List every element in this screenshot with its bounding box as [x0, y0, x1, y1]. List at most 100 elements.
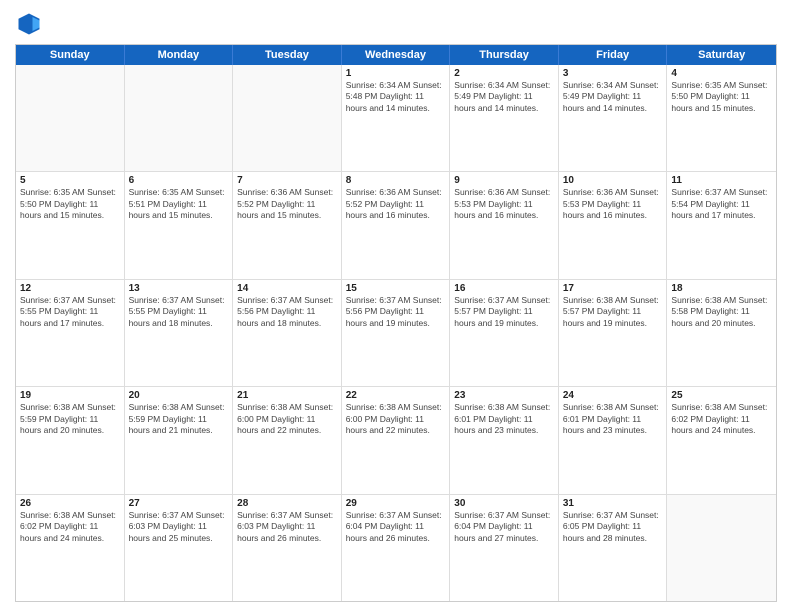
day-number: 7 — [237, 175, 337, 186]
day-number: 25 — [671, 390, 772, 401]
calendar-week-3: 12Sunrise: 6:37 AM Sunset: 5:55 PM Dayli… — [16, 280, 776, 387]
calendar-day-8: 8Sunrise: 6:36 AM Sunset: 5:52 PM Daylig… — [342, 172, 451, 278]
calendar-day-19: 19Sunrise: 6:38 AM Sunset: 5:59 PM Dayli… — [16, 387, 125, 493]
calendar-day-23: 23Sunrise: 6:38 AM Sunset: 6:01 PM Dayli… — [450, 387, 559, 493]
calendar-day-2: 2Sunrise: 6:34 AM Sunset: 5:49 PM Daylig… — [450, 65, 559, 171]
calendar-week-2: 5Sunrise: 6:35 AM Sunset: 5:50 PM Daylig… — [16, 172, 776, 279]
day-number: 26 — [20, 498, 120, 509]
header-day-friday: Friday — [559, 45, 668, 65]
day-number: 18 — [671, 283, 772, 294]
calendar-day-28: 28Sunrise: 6:37 AM Sunset: 6:03 PM Dayli… — [233, 495, 342, 601]
day-number: 12 — [20, 283, 120, 294]
day-info: Sunrise: 6:38 AM Sunset: 5:58 PM Dayligh… — [671, 295, 772, 329]
calendar-day-3: 3Sunrise: 6:34 AM Sunset: 5:49 PM Daylig… — [559, 65, 668, 171]
calendar-day-15: 15Sunrise: 6:37 AM Sunset: 5:56 PM Dayli… — [342, 280, 451, 386]
header-day-tuesday: Tuesday — [233, 45, 342, 65]
day-info: Sunrise: 6:36 AM Sunset: 5:52 PM Dayligh… — [346, 187, 446, 221]
day-info: Sunrise: 6:38 AM Sunset: 6:02 PM Dayligh… — [671, 402, 772, 436]
day-number: 24 — [563, 390, 663, 401]
day-info: Sunrise: 6:38 AM Sunset: 6:02 PM Dayligh… — [20, 510, 120, 544]
calendar-day-5: 5Sunrise: 6:35 AM Sunset: 5:50 PM Daylig… — [16, 172, 125, 278]
day-info: Sunrise: 6:38 AM Sunset: 6:01 PM Dayligh… — [563, 402, 663, 436]
header-day-thursday: Thursday — [450, 45, 559, 65]
day-number: 20 — [129, 390, 229, 401]
day-number: 28 — [237, 498, 337, 509]
day-info: Sunrise: 6:35 AM Sunset: 5:50 PM Dayligh… — [20, 187, 120, 221]
calendar-day-24: 24Sunrise: 6:38 AM Sunset: 6:01 PM Dayli… — [559, 387, 668, 493]
day-info: Sunrise: 6:37 AM Sunset: 6:04 PM Dayligh… — [346, 510, 446, 544]
calendar-day-29: 29Sunrise: 6:37 AM Sunset: 6:04 PM Dayli… — [342, 495, 451, 601]
page: SundayMondayTuesdayWednesdayThursdayFrid… — [0, 0, 792, 612]
day-number: 16 — [454, 283, 554, 294]
logo-icon — [15, 10, 43, 38]
calendar-empty-cell — [667, 495, 776, 601]
calendar-day-30: 30Sunrise: 6:37 AM Sunset: 6:04 PM Dayli… — [450, 495, 559, 601]
day-info: Sunrise: 6:36 AM Sunset: 5:53 PM Dayligh… — [563, 187, 663, 221]
day-info: Sunrise: 6:34 AM Sunset: 5:49 PM Dayligh… — [563, 80, 663, 114]
day-number: 22 — [346, 390, 446, 401]
calendar-day-16: 16Sunrise: 6:37 AM Sunset: 5:57 PM Dayli… — [450, 280, 559, 386]
day-number: 15 — [346, 283, 446, 294]
header-day-sunday: Sunday — [16, 45, 125, 65]
day-number: 17 — [563, 283, 663, 294]
day-number: 5 — [20, 175, 120, 186]
calendar-day-21: 21Sunrise: 6:38 AM Sunset: 6:00 PM Dayli… — [233, 387, 342, 493]
day-number: 31 — [563, 498, 663, 509]
day-info: Sunrise: 6:37 AM Sunset: 5:54 PM Dayligh… — [671, 187, 772, 221]
calendar-day-6: 6Sunrise: 6:35 AM Sunset: 5:51 PM Daylig… — [125, 172, 234, 278]
day-info: Sunrise: 6:37 AM Sunset: 5:56 PM Dayligh… — [346, 295, 446, 329]
day-info: Sunrise: 6:35 AM Sunset: 5:51 PM Dayligh… — [129, 187, 229, 221]
calendar-day-17: 17Sunrise: 6:38 AM Sunset: 5:57 PM Dayli… — [559, 280, 668, 386]
day-number: 14 — [237, 283, 337, 294]
day-number: 27 — [129, 498, 229, 509]
calendar-empty-cell — [16, 65, 125, 171]
calendar-day-25: 25Sunrise: 6:38 AM Sunset: 6:02 PM Dayli… — [667, 387, 776, 493]
day-info: Sunrise: 6:37 AM Sunset: 5:55 PM Dayligh… — [20, 295, 120, 329]
day-number: 19 — [20, 390, 120, 401]
header — [15, 10, 777, 38]
day-number: 30 — [454, 498, 554, 509]
day-info: Sunrise: 6:38 AM Sunset: 5:57 PM Dayligh… — [563, 295, 663, 329]
calendar-header: SundayMondayTuesdayWednesdayThursdayFrid… — [16, 45, 776, 65]
day-info: Sunrise: 6:37 AM Sunset: 6:03 PM Dayligh… — [129, 510, 229, 544]
calendar-day-10: 10Sunrise: 6:36 AM Sunset: 5:53 PM Dayli… — [559, 172, 668, 278]
calendar: SundayMondayTuesdayWednesdayThursdayFrid… — [15, 44, 777, 602]
day-info: Sunrise: 6:37 AM Sunset: 6:03 PM Dayligh… — [237, 510, 337, 544]
calendar-empty-cell — [233, 65, 342, 171]
calendar-empty-cell — [125, 65, 234, 171]
day-number: 1 — [346, 68, 446, 79]
day-number: 3 — [563, 68, 663, 79]
day-number: 6 — [129, 175, 229, 186]
calendar-week-5: 26Sunrise: 6:38 AM Sunset: 6:02 PM Dayli… — [16, 495, 776, 601]
calendar-day-9: 9Sunrise: 6:36 AM Sunset: 5:53 PM Daylig… — [450, 172, 559, 278]
day-info: Sunrise: 6:38 AM Sunset: 6:00 PM Dayligh… — [237, 402, 337, 436]
calendar-day-14: 14Sunrise: 6:37 AM Sunset: 5:56 PM Dayli… — [233, 280, 342, 386]
calendar-day-26: 26Sunrise: 6:38 AM Sunset: 6:02 PM Dayli… — [16, 495, 125, 601]
calendar-week-4: 19Sunrise: 6:38 AM Sunset: 5:59 PM Dayli… — [16, 387, 776, 494]
calendar-day-4: 4Sunrise: 6:35 AM Sunset: 5:50 PM Daylig… — [667, 65, 776, 171]
header-day-wednesday: Wednesday — [342, 45, 451, 65]
day-number: 11 — [671, 175, 772, 186]
calendar-day-11: 11Sunrise: 6:37 AM Sunset: 5:54 PM Dayli… — [667, 172, 776, 278]
day-number: 10 — [563, 175, 663, 186]
day-info: Sunrise: 6:37 AM Sunset: 5:57 PM Dayligh… — [454, 295, 554, 329]
calendar-day-31: 31Sunrise: 6:37 AM Sunset: 6:05 PM Dayli… — [559, 495, 668, 601]
calendar-day-7: 7Sunrise: 6:36 AM Sunset: 5:52 PM Daylig… — [233, 172, 342, 278]
calendar-day-20: 20Sunrise: 6:38 AM Sunset: 5:59 PM Dayli… — [125, 387, 234, 493]
day-info: Sunrise: 6:34 AM Sunset: 5:49 PM Dayligh… — [454, 80, 554, 114]
calendar-day-18: 18Sunrise: 6:38 AM Sunset: 5:58 PM Dayli… — [667, 280, 776, 386]
day-number: 2 — [454, 68, 554, 79]
day-info: Sunrise: 6:38 AM Sunset: 5:59 PM Dayligh… — [20, 402, 120, 436]
header-day-monday: Monday — [125, 45, 234, 65]
day-info: Sunrise: 6:38 AM Sunset: 6:01 PM Dayligh… — [454, 402, 554, 436]
header-day-saturday: Saturday — [667, 45, 776, 65]
day-info: Sunrise: 6:35 AM Sunset: 5:50 PM Dayligh… — [671, 80, 772, 114]
calendar-day-22: 22Sunrise: 6:38 AM Sunset: 6:00 PM Dayli… — [342, 387, 451, 493]
day-info: Sunrise: 6:34 AM Sunset: 5:48 PM Dayligh… — [346, 80, 446, 114]
day-number: 23 — [454, 390, 554, 401]
day-number: 21 — [237, 390, 337, 401]
day-number: 9 — [454, 175, 554, 186]
day-number: 4 — [671, 68, 772, 79]
day-info: Sunrise: 6:37 AM Sunset: 5:55 PM Dayligh… — [129, 295, 229, 329]
day-number: 13 — [129, 283, 229, 294]
